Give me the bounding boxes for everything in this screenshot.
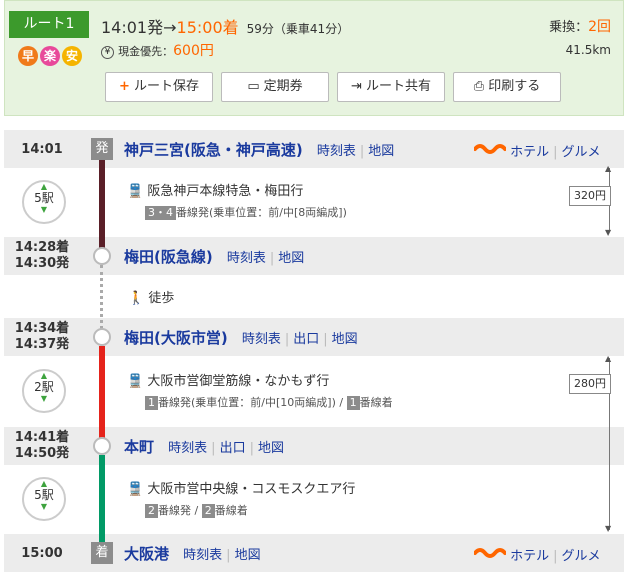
- station-time: 15:00: [21, 546, 63, 561]
- hotel-link[interactable]: ホテル: [510, 145, 549, 160]
- share-route-button[interactable]: ⇥ ルート共有: [337, 72, 445, 102]
- triangle-down-icon: ▼: [40, 205, 48, 214]
- platform-info: 3・4 番線発(乗車位置：前/中[8両編成]): [145, 204, 347, 220]
- train-icon: 🚆: [127, 482, 144, 497]
- station-info: 大阪港 時刻表 | 地図: [124, 545, 261, 563]
- timetable-link[interactable]: 時刻表: [183, 548, 222, 563]
- walk-icon: 🚶: [128, 291, 145, 306]
- hotel-link[interactable]: ホテル: [510, 549, 549, 564]
- station-name[interactable]: 本町: [124, 438, 154, 456]
- train-icon: 🚆: [127, 184, 144, 199]
- platform-info: 2 番線発 / 2 番線着: [145, 502, 248, 518]
- stops-count: ▲ 2駅 ▼: [22, 369, 66, 413]
- exit-link[interactable]: 出口: [220, 441, 246, 456]
- easy-icon: 楽: [40, 46, 60, 66]
- duration: 59分（乗車41分）: [246, 22, 350, 36]
- train-info: 🚆 大阪市営御堂筋線・なかもず行: [127, 374, 330, 389]
- station-time: 14:28着 14:30発: [14, 240, 70, 271]
- stops-count: ▲ 5駅 ▼: [22, 477, 66, 521]
- fare-summary: ¥ 現金優先：600円: [101, 40, 214, 60]
- station-extras: ホテル | グルメ: [473, 545, 601, 564]
- triangle-up-icon: ▲: [40, 182, 48, 191]
- arrow-down-icon: ▼: [605, 228, 612, 237]
- save-route-button[interactable]: + ルート保存: [105, 72, 213, 102]
- triangle-up-icon: ▲: [40, 371, 48, 380]
- station-info: 梅田(大阪市営) 時刻表 | 出口 | 地図: [124, 329, 358, 347]
- timetable-link[interactable]: 時刻表: [242, 332, 281, 347]
- yen-icon: ¥: [101, 46, 114, 59]
- train-icon: 🚆: [127, 374, 144, 389]
- train-info: 🚆 阪急神戸本線特急・梅田行: [127, 184, 304, 199]
- walk-line: [100, 265, 103, 329]
- station-name[interactable]: 大阪港: [124, 545, 169, 563]
- cheap-icon: 安: [62, 46, 82, 66]
- printer-icon: ⎙: [473, 79, 485, 94]
- triangle-up-icon: ▲: [40, 479, 48, 488]
- map-link[interactable]: 地図: [235, 548, 261, 563]
- jalan-logo-icon: [473, 144, 507, 154]
- platform-info: 1 番線発(乗車位置：前/中[10両編成]) / 1 番線着: [145, 394, 393, 410]
- arrive-time: 15:00着: [176, 18, 239, 37]
- line-hankyu: [99, 158, 105, 248]
- timetable-link[interactable]: 時刻表: [227, 251, 266, 266]
- fare-value: 600円: [173, 43, 214, 59]
- station-time: 14:01: [21, 142, 63, 157]
- stops-count: ▲ 5駅 ▼: [22, 180, 66, 224]
- station-name[interactable]: 梅田(阪急線): [124, 248, 213, 266]
- station-node: [93, 437, 111, 455]
- triangle-down-icon: ▼: [40, 394, 48, 403]
- map-link[interactable]: 地図: [278, 251, 304, 266]
- arrow-down-icon: ▼: [605, 524, 612, 533]
- map-link[interactable]: 地図: [258, 441, 284, 456]
- station-time: 14:41着 14:50発: [14, 430, 70, 461]
- station-node: [93, 328, 111, 346]
- station-info: 本町 時刻表 | 出口 | 地図: [124, 438, 284, 456]
- station-info: 神戸三宮(阪急・神戸高速) 時刻表 | 地図: [124, 141, 395, 159]
- route-label: ルート1: [9, 11, 89, 38]
- pass-icon: ▭: [247, 79, 260, 94]
- distance: 41.5km: [565, 43, 611, 57]
- arrow-up-icon: ▲: [605, 354, 612, 363]
- station-node: [93, 247, 111, 265]
- arrow: →: [163, 18, 177, 37]
- exit-link[interactable]: 出口: [293, 332, 319, 347]
- commuter-pass-button[interactable]: ▭ 定期券: [221, 72, 329, 102]
- plus-icon: +: [119, 79, 130, 94]
- triangle-down-icon: ▼: [40, 502, 48, 511]
- station-info: 梅田(阪急線) 時刻表 | 地図: [124, 248, 305, 266]
- fare-label: 現金優先：: [118, 45, 174, 58]
- station-time: 14:34着 14:37発: [14, 321, 70, 352]
- station-extras: ホテル | グルメ: [473, 141, 601, 160]
- depart-time: 14:01発: [101, 18, 164, 37]
- station-name[interactable]: 神戸三宮(阪急・神戸高速): [124, 141, 303, 159]
- train-info: 🚆 大阪市営中央線・コスモスクエア行: [127, 482, 356, 497]
- map-link[interactable]: 地図: [332, 332, 358, 347]
- fast-icon: 早: [18, 46, 38, 66]
- line-midosuji: [99, 346, 105, 446]
- timetable-link[interactable]: 時刻表: [317, 144, 356, 159]
- jalan-logo-icon: [473, 548, 507, 558]
- arrive-tag: 着: [91, 542, 113, 564]
- station-name[interactable]: 梅田(大阪市営): [124, 329, 228, 347]
- route-times: 14:01発→15:00着 59分（乗車41分）: [101, 14, 349, 38]
- arrow-up-icon: ▲: [605, 164, 612, 173]
- gourmet-link[interactable]: グルメ: [562, 145, 601, 160]
- transfer-count: 乗換：2回: [549, 19, 611, 35]
- segment-fare: 320円: [569, 186, 611, 206]
- line-chuo: [99, 455, 105, 543]
- timetable-link[interactable]: 時刻表: [168, 441, 207, 456]
- walk-info: 🚶 徒歩: [128, 291, 175, 306]
- gourmet-link[interactable]: グルメ: [562, 549, 601, 564]
- segment-fare: 280円: [569, 374, 611, 394]
- depart-tag: 発: [91, 138, 113, 160]
- map-link[interactable]: 地図: [368, 144, 394, 159]
- print-button[interactable]: ⎙ 印刷する: [453, 72, 561, 102]
- share-icon: ⇥: [351, 79, 362, 94]
